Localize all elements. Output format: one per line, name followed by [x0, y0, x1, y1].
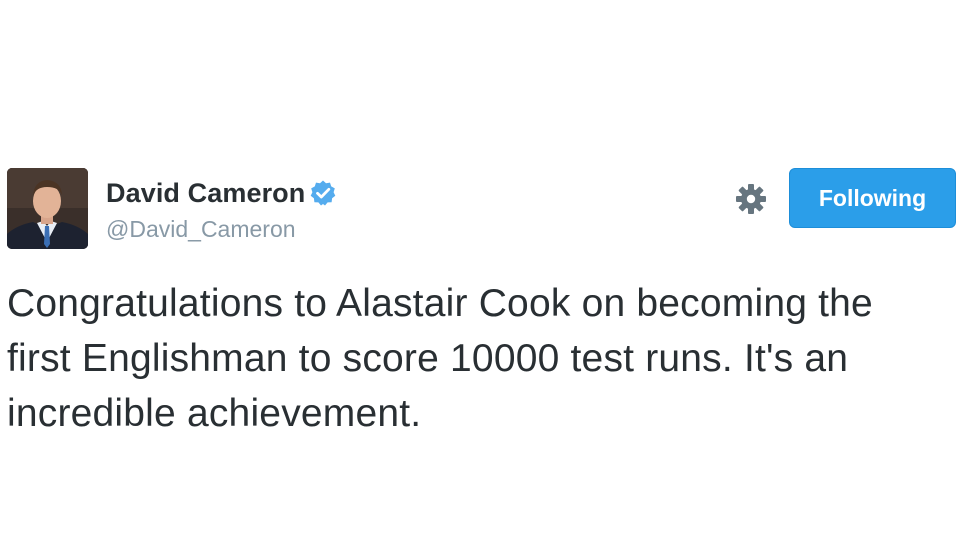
- following-button[interactable]: Following: [789, 168, 956, 228]
- display-name[interactable]: David Cameron: [106, 178, 305, 209]
- avatar[interactable]: [7, 168, 88, 249]
- name-row: David Cameron: [106, 176, 337, 210]
- tweet-card: David Cameron @David_Cameron Following C…: [0, 0, 960, 554]
- verified-badge-icon: [309, 179, 337, 207]
- gear-icon[interactable]: [734, 182, 768, 216]
- tweet-text: Congratulations to Alastair Cook on beco…: [7, 282, 873, 435]
- user-info: David Cameron @David_Cameron: [106, 176, 337, 243]
- avatar-image: [7, 168, 88, 249]
- user-handle[interactable]: @David_Cameron: [106, 216, 337, 243]
